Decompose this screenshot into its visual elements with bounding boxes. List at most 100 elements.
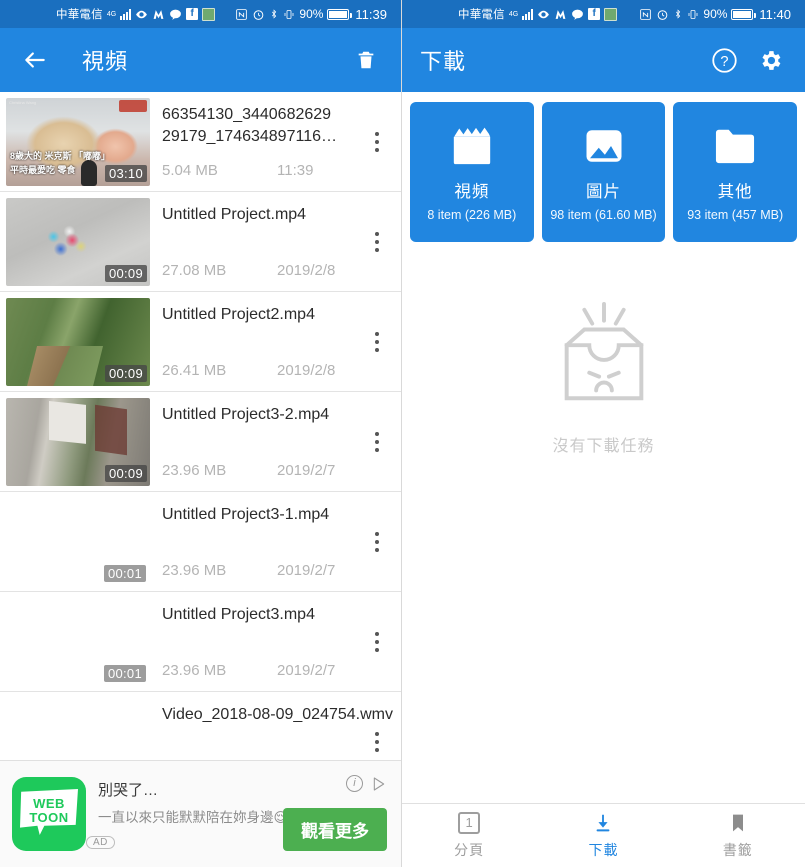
file-name: Video_2018-08-09_024754.wmv	[162, 706, 393, 723]
duration-badge: 00:09	[104, 465, 147, 482]
category-card-videos[interactable]: 視頻 8 item (226 MB)	[410, 102, 534, 242]
more-options-button[interactable]	[375, 131, 379, 152]
back-arrow-icon	[25, 52, 45, 68]
table-row[interactable]: Christina Wang 8歲大的 米克斯 「嘟嘟」 平時最愛吃 零食 03…	[0, 92, 401, 192]
video-meta: Untitled Project2.mp4 26.41 MB 2019/2/8	[150, 292, 401, 391]
category-card-images[interactable]: 圖片 98 item (61.60 MB)	[541, 102, 666, 242]
file-size: 26.41 MB	[162, 362, 227, 379]
nav-label: 下載	[588, 841, 619, 858]
more-options-button[interactable]	[375, 431, 379, 452]
duration-badge: 03:10	[104, 165, 147, 182]
video-meta: Untitled Project3-1.mp4 23.96 MB 2019/2/…	[150, 492, 401, 591]
category-sub: 98 item (61.60 MB)	[550, 208, 657, 222]
empty-state-caption: 沒有下載任務	[552, 438, 655, 455]
chat-icon	[572, 9, 584, 20]
image-icon	[582, 122, 626, 170]
page-title: 下載	[420, 49, 467, 74]
ad-play-triangle-icon[interactable]	[371, 776, 387, 792]
category-label: 其他	[717, 183, 753, 201]
delete-button[interactable]	[349, 43, 383, 77]
bluetooth-icon	[272, 9, 277, 19]
table-row[interactable]: 00:09 Untitled Project2.mp4 26.41 MB 201…	[0, 292, 401, 392]
file-name: Untitled Project.mp4	[162, 206, 307, 223]
logo-text-line2: TOON	[29, 810, 69, 825]
settings-button[interactable]	[753, 43, 787, 77]
webtoon-logo-icon: WEB TOON	[12, 777, 86, 851]
nav-item-downloads[interactable]: 下載	[536, 812, 670, 860]
nav-item-bookmarks[interactable]: 書籤	[671, 812, 805, 860]
gear-icon	[761, 50, 780, 70]
right-phone-screen: 中華電信 4G f 90% 11:40 下載 ? 視頻 8 item (226 …	[402, 0, 805, 867]
carrier-label: 中華電信	[458, 9, 505, 21]
clock-label: 11:39	[355, 6, 387, 22]
table-row[interactable]: 00:01 Untitled Project3-1.mp4 23.96 MB 2…	[0, 492, 401, 592]
video-list[interactable]: Christina Wang 8歲大的 米克斯 「嘟嘟」 平時最愛吃 零食 03…	[0, 92, 401, 792]
bookmark-icon	[732, 814, 743, 831]
ad-controls: i	[346, 775, 387, 792]
status-bar-left-group: 中華電信 4G f	[402, 6, 618, 22]
battery-percent-label: 90%	[299, 7, 324, 21]
status-bar-right: 中華電信 4G f 90% 11:40	[402, 0, 805, 28]
thumbnail-badge	[119, 100, 147, 112]
signal-bars-icon	[120, 8, 132, 20]
bottom-navigation: 1 分頁 下載 書籤	[402, 803, 805, 867]
category-sub: 8 item (226 MB)	[427, 208, 517, 222]
duration-badge: 00:09	[104, 265, 147, 282]
table-row[interactable]: 00:01 Untitled Project3.mp4 23.96 MB 201…	[0, 592, 401, 692]
category-card-others[interactable]: 其他 93 item (457 MB)	[673, 102, 798, 242]
ad-cta-button[interactable]: 觀看更多	[283, 808, 387, 851]
more-options-button[interactable]	[375, 631, 379, 652]
ad-info-icon[interactable]: i	[346, 775, 363, 792]
tabs-count-icon: 1	[458, 811, 481, 834]
file-date: 11:39	[277, 162, 314, 179]
status-bar-left: 中華電信 4G f 90% 11:39	[0, 0, 401, 28]
video-meta: Untitled Project3.mp4 23.96 MB 2019/2/7	[150, 592, 401, 691]
more-options-button[interactable]	[375, 231, 379, 252]
empty-box-sad-icon	[564, 301, 643, 401]
download-icon	[597, 814, 610, 831]
page-title: 視頻	[82, 49, 129, 74]
video-thumbnail-missing: 00:01	[6, 598, 150, 686]
file-date: 2019/2/7	[277, 562, 336, 579]
file-name: Untitled Project3.mp4	[162, 606, 315, 623]
bluetooth-icon	[676, 9, 681, 19]
file-sub-info: 26.41 MB 2019/2/8	[162, 362, 401, 379]
more-options-button[interactable]	[375, 531, 379, 552]
vibrate-icon	[688, 9, 698, 19]
dual-screenshot-container: 中華電信 4G f 90% 11:39 視頻 Christina Wang 8歲…	[0, 0, 805, 867]
video-thumbnail: 00:09	[6, 398, 150, 486]
file-name: Untitled Project3-2.mp4	[162, 406, 330, 423]
carrier-label: 中華電信	[56, 9, 103, 21]
battery-icon	[731, 8, 757, 20]
facebook-icon: f	[588, 8, 601, 20]
help-button[interactable]: ?	[707, 43, 741, 77]
battery-percent-label: 90%	[703, 7, 728, 21]
question-mark-icon: ?	[711, 47, 737, 73]
microphone-shape	[80, 160, 97, 186]
ad-banner[interactable]: WEB TOON i 別哭了… 一直以來只能默默陪在妳身邊😌 這次我決定… AD…	[0, 760, 401, 867]
thumbnail-container: Christina Wang 8歲大的 米克斯 「嘟嘟」 平時最愛吃 零食 03…	[0, 92, 150, 191]
file-name: 66354130_3440682629 29179_174634897116…	[162, 106, 337, 145]
thumbnail-container: 00:01	[0, 492, 150, 591]
eye-icon	[538, 10, 550, 18]
file-sub-info: 27.08 MB 2019/2/8	[162, 262, 401, 279]
status-bar-right-group: 90% 11:39	[235, 7, 395, 22]
app-bar-downloads: 下載 ?	[402, 28, 805, 92]
nav-item-tabs[interactable]: 1 分頁	[402, 811, 536, 860]
eye-icon	[136, 10, 148, 18]
thumbnail-container: 00:09	[0, 392, 150, 491]
file-date: 2019/2/8	[277, 262, 336, 279]
more-options-button[interactable]	[375, 731, 379, 752]
app-bar-videos: 視頻	[0, 28, 401, 92]
network-type-label: 4G	[508, 10, 519, 18]
video-meta: Untitled Project.mp4 27.08 MB 2019/2/8	[150, 192, 401, 291]
file-sub-info: 23.96 MB 2019/2/7	[162, 662, 401, 679]
file-name: Untitled Project2.mp4	[162, 306, 315, 323]
more-options-button[interactable]	[375, 331, 379, 352]
table-row[interactable]: 00:09 Untitled Project.mp4 27.08 MB 2019…	[0, 192, 401, 292]
table-row[interactable]: 00:09 Untitled Project3-2.mp4 23.96 MB 2…	[0, 392, 401, 492]
file-date: 2019/2/7	[277, 462, 336, 479]
back-button[interactable]	[18, 43, 52, 77]
status-bar-right-group: 90% 11:40	[639, 7, 799, 22]
file-size: 23.96 MB	[162, 662, 227, 679]
